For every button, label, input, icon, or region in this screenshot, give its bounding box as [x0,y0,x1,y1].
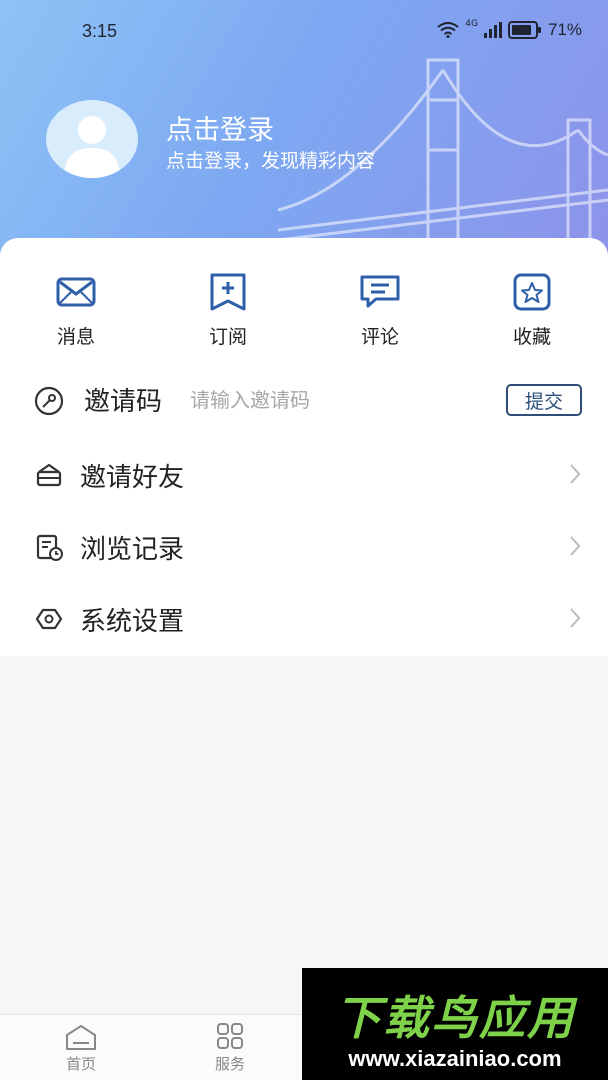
star-icon [513,273,551,311]
user-avatar-icon [64,116,120,178]
invite-code-label: 邀请码 [84,387,163,417]
comment-icon [360,275,400,308]
battery-percent: 71% [547,20,582,39]
submit-button[interactable]: 提交 [506,384,582,416]
menu-item-label: 邀请好友 [80,463,185,493]
settings-icon [35,608,63,630]
login-subtitle[interactable]: 点击登录，发现精彩内容 [166,146,375,173]
battery-icon [507,21,541,39]
watermark-url: www.xiazainiao.com [348,1046,562,1071]
mail-icon [56,277,96,307]
history-icon [36,534,63,561]
chevron-right-icon [570,464,581,484]
signal-icon [483,22,502,38]
invite-code-input[interactable] [190,384,490,416]
quick-action-label: 收藏 [512,326,551,348]
login-title[interactable]: 点击登录 [166,108,274,147]
bookmark-plus-icon [210,273,246,311]
status-indicators: 4G 71% [437,19,582,40]
quick-actions: 消息 订阅 评论 收藏 [0,272,608,352]
quick-action-comments[interactable]: 评论 [330,272,430,349]
watermark: 下载鸟应用 www.xiazainiao.com [302,968,608,1080]
profile-header: 3:15 4G 71% 点击登录 点击登录，发现精彩内容 [0,0,608,262]
quick-action-favorites[interactable]: 收藏 [482,272,582,349]
nav-item-home[interactable]: 首页 [46,1023,116,1074]
nav-label: 首页 [65,1055,96,1073]
nav-label: 服务 [214,1055,245,1073]
quick-action-label: 订阅 [208,326,247,348]
quick-action-label: 消息 [56,326,95,348]
menu-item-history[interactable]: 浏览记录 [0,516,608,576]
wifi-icon [437,22,459,38]
quick-action-label: 评论 [360,326,399,348]
status-time: 3:15 [82,21,118,41]
network-type: 4G [465,19,478,29]
chevron-right-icon [570,536,581,556]
home-icon [66,1025,96,1050]
chevron-right-icon [570,608,581,628]
menu-item-label: 浏览记录 [80,535,185,565]
invite-friend-icon [36,463,62,487]
status-bar: 3:15 4G 71% [0,18,608,46]
menu-item-settings[interactable]: 系统设置 [0,588,608,648]
key-icon [34,386,64,416]
watermark-title: 下载鸟应用 [335,991,575,1045]
menu-item-label: 系统设置 [80,607,185,637]
quick-action-subscribe[interactable]: 订阅 [178,272,278,349]
avatar[interactable] [46,100,138,178]
menu-card: 消息 订阅 评论 收藏 邀请码 请输入邀请码 提交 邀请好友 浏览记录 系统设置 [0,238,608,656]
menu-item-invite-friends[interactable]: 邀请好友 [0,444,608,504]
quick-action-messages[interactable]: 消息 [26,272,126,349]
nav-item-services[interactable]: 服务 [195,1023,265,1074]
grid-icon [217,1023,243,1049]
